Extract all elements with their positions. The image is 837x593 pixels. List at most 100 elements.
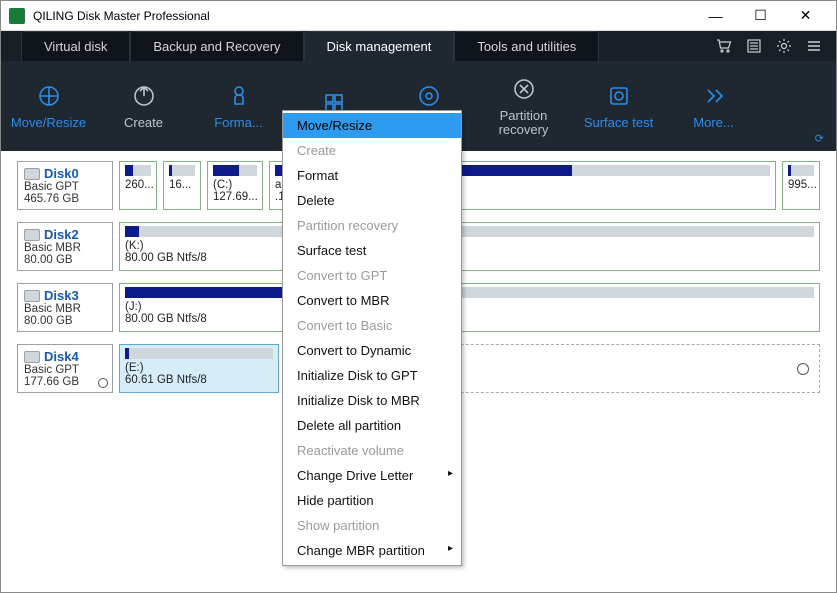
gear-icon[interactable] [776, 38, 792, 54]
partition[interactable]: 16... [163, 161, 201, 210]
minimize-button[interactable]: — [693, 2, 738, 30]
surface-test-icon [605, 82, 633, 110]
partition-size: 80.00 GB Ntfs/8 [125, 313, 814, 325]
context-menu-item: Create [283, 138, 461, 163]
disk-type: Basic GPT [24, 364, 106, 376]
close-button[interactable]: ✕ [783, 2, 828, 30]
toolbar-label: Partitionrecovery [499, 109, 549, 138]
menu-icon[interactable] [806, 38, 822, 54]
corner-tool-icons [716, 31, 836, 61]
context-menu-item: Convert to Basic [283, 313, 461, 338]
context-menu-item[interactable]: Format [283, 163, 461, 188]
window-title: QILING Disk Master Professional [33, 9, 693, 23]
partition-strip: (K:)80.00 GB Ntfs/8 [119, 222, 820, 271]
window-controls: — ☐ ✕ [693, 2, 828, 30]
partition-size: 60.61 GB Ntfs/8 [125, 374, 273, 386]
list-icon[interactable] [746, 38, 762, 54]
hdd-icon [24, 290, 40, 302]
context-menu-item[interactable]: Hide partition [283, 488, 461, 513]
tab-backup-recovery[interactable]: Backup and Recovery [130, 31, 303, 61]
app-icon [9, 8, 25, 24]
usage-bar [125, 165, 151, 176]
context-menu-item[interactable]: Initialize Disk to GPT [283, 363, 461, 388]
cart-icon[interactable] [716, 38, 732, 54]
partition[interactable]: (K:)80.00 GB Ntfs/8 [119, 222, 820, 271]
toolbar-format[interactable]: Forma... [191, 82, 286, 130]
drive-letter: (J:) [125, 301, 814, 313]
partition-size: 260... [125, 179, 151, 191]
disk-info[interactable]: Disk0Basic GPT465.76 GB [17, 161, 113, 210]
toolbar-label: Forma... [214, 116, 262, 130]
partition-size: 995... [788, 179, 814, 191]
disk-name: Disk2 [24, 227, 106, 242]
partition-size: 16... [169, 179, 195, 191]
usage-bar [125, 287, 814, 298]
partition-strip: (J:)80.00 GB Ntfs/8 [119, 283, 820, 332]
context-menu-item: Reactivate volume [283, 438, 461, 463]
toolbar-move-resize[interactable]: Move/Resize [1, 82, 96, 130]
toolbar-create[interactable]: Create [96, 82, 191, 130]
disk-size: 80.00 GB [24, 315, 106, 327]
disk-name: Disk0 [24, 166, 106, 181]
toolbar-label: Create [124, 116, 163, 130]
drive-letter: (K:) [125, 240, 814, 252]
disk-type: Basic MBR [24, 303, 106, 315]
toolbar-partition-recovery[interactable]: Partitionrecovery [476, 75, 571, 138]
refresh-icon[interactable]: ⟳ [815, 132, 824, 145]
drive-letter: (C:) [213, 179, 257, 191]
context-menu-item: Convert to GPT [283, 263, 461, 288]
disk-info[interactable]: Disk3Basic MBR80.00 GB [17, 283, 113, 332]
titlebar: QILING Disk Master Professional — ☐ ✕ [1, 1, 836, 31]
create-icon [130, 82, 158, 110]
context-menu-item[interactable]: Initialize Disk to MBR [283, 388, 461, 413]
partition[interactable]: (J:)80.00 GB Ntfs/8 [119, 283, 820, 332]
context-menu-item[interactable]: Change Drive Letter [283, 463, 461, 488]
usage-bar [788, 165, 814, 176]
tab-disk-management[interactable]: Disk management [304, 31, 455, 61]
disk-type: Basic MBR [24, 242, 106, 254]
usage-bar [125, 348, 273, 359]
disk-name: Disk3 [24, 288, 106, 303]
context-menu-item: Show partition [283, 513, 461, 538]
maximize-button[interactable]: ☐ [738, 2, 783, 30]
hdd-icon [24, 168, 40, 180]
context-menu-item[interactable]: Convert to MBR [283, 288, 461, 313]
usage-bar [213, 165, 257, 176]
partition-size: 127.69... [213, 191, 257, 203]
context-menu-item[interactable]: Delete all partition [283, 413, 461, 438]
partition[interactable]: 260... [119, 161, 157, 210]
status-circle-icon [98, 378, 108, 388]
wipe-icon [415, 82, 443, 110]
context-menu-item[interactable]: Change MBR partition [283, 538, 461, 563]
tabs-row: Virtual disk Backup and Recovery Disk ma… [1, 31, 836, 61]
toolbar-label: Surface test [584, 116, 653, 130]
disk-size: 465.76 GB [24, 193, 106, 205]
partition-size: 80.00 GB Ntfs/8 [125, 252, 814, 264]
partition-recovery-icon [510, 75, 538, 103]
tab-tools-utilities[interactable]: Tools and utilities [454, 31, 599, 61]
move-resize-icon [35, 82, 63, 110]
toolbar-more[interactable]: More... [666, 82, 761, 130]
disk-info[interactable]: Disk2Basic MBR80.00 GB [17, 222, 113, 271]
more-icon [700, 82, 728, 110]
toolbar-label: More... [693, 116, 733, 130]
context-menu-item[interactable]: Convert to Dynamic [283, 338, 461, 363]
status-circle-icon [797, 363, 809, 375]
partition[interactable]: (E:)60.61 GB Ntfs/8 [119, 344, 279, 393]
hdd-icon [24, 351, 40, 363]
context-menu-item[interactable]: Surface test [283, 238, 461, 263]
partition[interactable]: 995... [782, 161, 820, 210]
toolbar-surface-test[interactable]: Surface test [571, 82, 666, 130]
hdd-icon [24, 229, 40, 241]
context-menu-item[interactable]: Delete [283, 188, 461, 213]
disk-info[interactable]: Disk4Basic GPT177.66 GB [17, 344, 113, 393]
partition-strip: (E:)60.61 GB Ntfs/8allocated [119, 344, 820, 393]
usage-bar [169, 165, 195, 176]
partition[interactable]: (C:)127.69... [207, 161, 263, 210]
context-menu-item[interactable]: Move/Resize [283, 113, 461, 138]
disk-size: 177.66 GB [24, 376, 106, 388]
tab-virtual-disk[interactable]: Virtual disk [21, 31, 130, 61]
toolbar-label: Move/Resize [11, 116, 86, 130]
context-menu: Move/ResizeCreateFormatDeletePartition r… [282, 110, 462, 566]
partition-strip: 260...16...(C:)127.69...a(D:).18 GB Ntfs… [119, 161, 820, 210]
